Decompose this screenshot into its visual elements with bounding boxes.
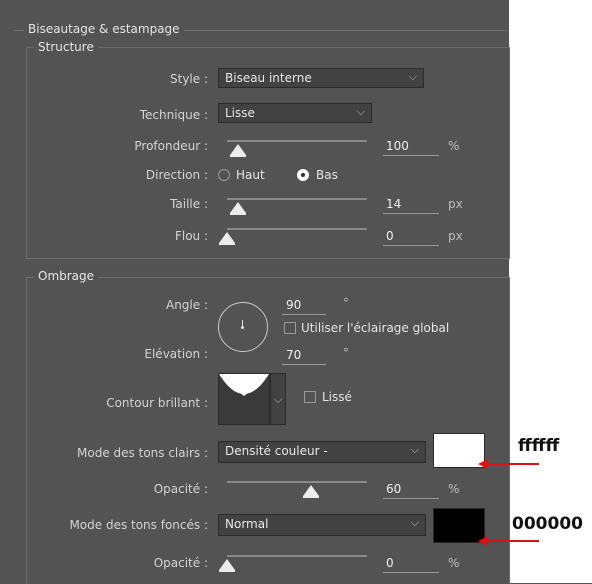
shadow-hex-annotation: 000000 [512,514,583,534]
highlight-mode-dropdown[interactable]: Densité couleur - ⌵ [218,441,426,463]
flou-field-underline [383,245,439,246]
angle-label: Angle : [165,298,208,312]
technique-label: Technique : [139,108,208,122]
taille-slider-track[interactable] [227,198,367,200]
chevron-down-icon: ⌵ [410,443,419,456]
direction-label: Direction : [145,168,208,182]
shadow-mode-value: Normal [225,517,269,531]
shadow-opacity-field[interactable]: 0 [386,556,394,570]
shadow-opacity-slider-track[interactable] [227,555,367,557]
highlight-opacity-unit: % [448,482,460,496]
taille-label: Taille : [170,197,208,211]
flou-field[interactable]: 0 [386,229,394,243]
flou-slider-thumb[interactable] [219,232,235,245]
profondeur-unit: % [448,139,460,153]
shadow-opacity-label: Opacité : [153,556,208,570]
red-arrow-line [487,540,539,542]
highlight-mode-label: Mode des tons clairs : [77,446,208,460]
flou-unit: px [448,229,463,243]
taille-unit: px [448,197,463,211]
technique-value: Lisse [225,106,255,120]
lisse-label: Lissé [322,390,352,404]
taille-slider-thumb[interactable] [230,202,247,215]
shadow-opacity-unit: % [448,556,460,570]
highlight-opacity-slider-thumb[interactable] [303,485,319,498]
global-light-label: Utiliser l'éclairage global [301,321,450,335]
direction-haut-radio[interactable] [218,169,230,181]
direction-haut-label: Haut [236,168,265,182]
contour-curve-icon [219,374,269,424]
flou-label: Flou : [174,229,208,243]
highlight-opacity-slider-track[interactable] [227,481,367,483]
flou-slider-track[interactable] [227,228,367,230]
profondeur-slider-track[interactable] [227,140,367,142]
taille-field[interactable]: 14 [386,197,401,211]
lisse-checkbox[interactable] [304,391,316,403]
angle-indicator [242,320,243,326]
direction-bas-radio[interactable] [297,169,309,181]
direction-bas-label: Bas [316,168,338,182]
red-arrow-line [487,463,539,465]
angle-dial[interactable] [218,302,268,352]
shadow-opacity-slider-thumb[interactable] [219,559,235,572]
shadow-opacity-field-underline [383,572,439,573]
shadow-mode-dropdown[interactable]: Normal ⌵ [218,514,426,536]
elevation-field[interactable]: 70 [286,348,301,362]
profondeur-field[interactable]: 100 [386,139,409,153]
elevation-field-underline [282,364,326,365]
ombrage-title: Ombrage [34,269,99,283]
angle-field-underline [282,314,326,315]
chevron-down-icon: ⌵ [273,393,283,406]
chevron-down-icon: ⌵ [410,516,419,529]
highlight-hex-annotation: ffffff [518,436,560,456]
angle-center-dot [241,326,244,329]
highlight-opacity-field[interactable]: 60 [386,482,401,496]
style-dropdown[interactable]: Biseau interne ⌵ [218,68,424,88]
profondeur-field-underline [383,155,439,156]
annotation-area [509,0,592,583]
structure-title: Structure [34,40,98,54]
elevation-unit: ° [343,346,349,360]
elevation-label: Elévation : [144,347,208,361]
contour-label: Contour brillant : [106,396,208,410]
contour-dropdown[interactable]: ⌵ [270,373,286,425]
chevron-down-icon: ⌵ [356,105,365,118]
global-light-checkbox[interactable] [284,322,296,334]
technique-dropdown[interactable]: Lisse ⌵ [218,103,372,123]
angle-field[interactable]: 90 [286,298,301,312]
taille-field-underline [383,213,439,214]
style-label: Style : [170,72,208,86]
profondeur-label: Profondeur : [134,139,208,153]
highlight-mode-value: Densité couleur - [225,444,328,458]
profondeur-slider-thumb[interactable] [230,144,247,157]
section-title: Biseautage & estampage [24,22,184,36]
shadow-mode-label: Mode des tons foncés : [69,518,208,532]
contour-preview[interactable] [218,373,270,425]
style-value: Biseau interne [225,71,312,85]
angle-unit: ° [343,296,349,310]
highlight-opacity-field-underline [383,498,439,499]
chevron-down-icon: ⌵ [408,70,417,83]
highlight-opacity-label: Opacité : [153,482,208,496]
